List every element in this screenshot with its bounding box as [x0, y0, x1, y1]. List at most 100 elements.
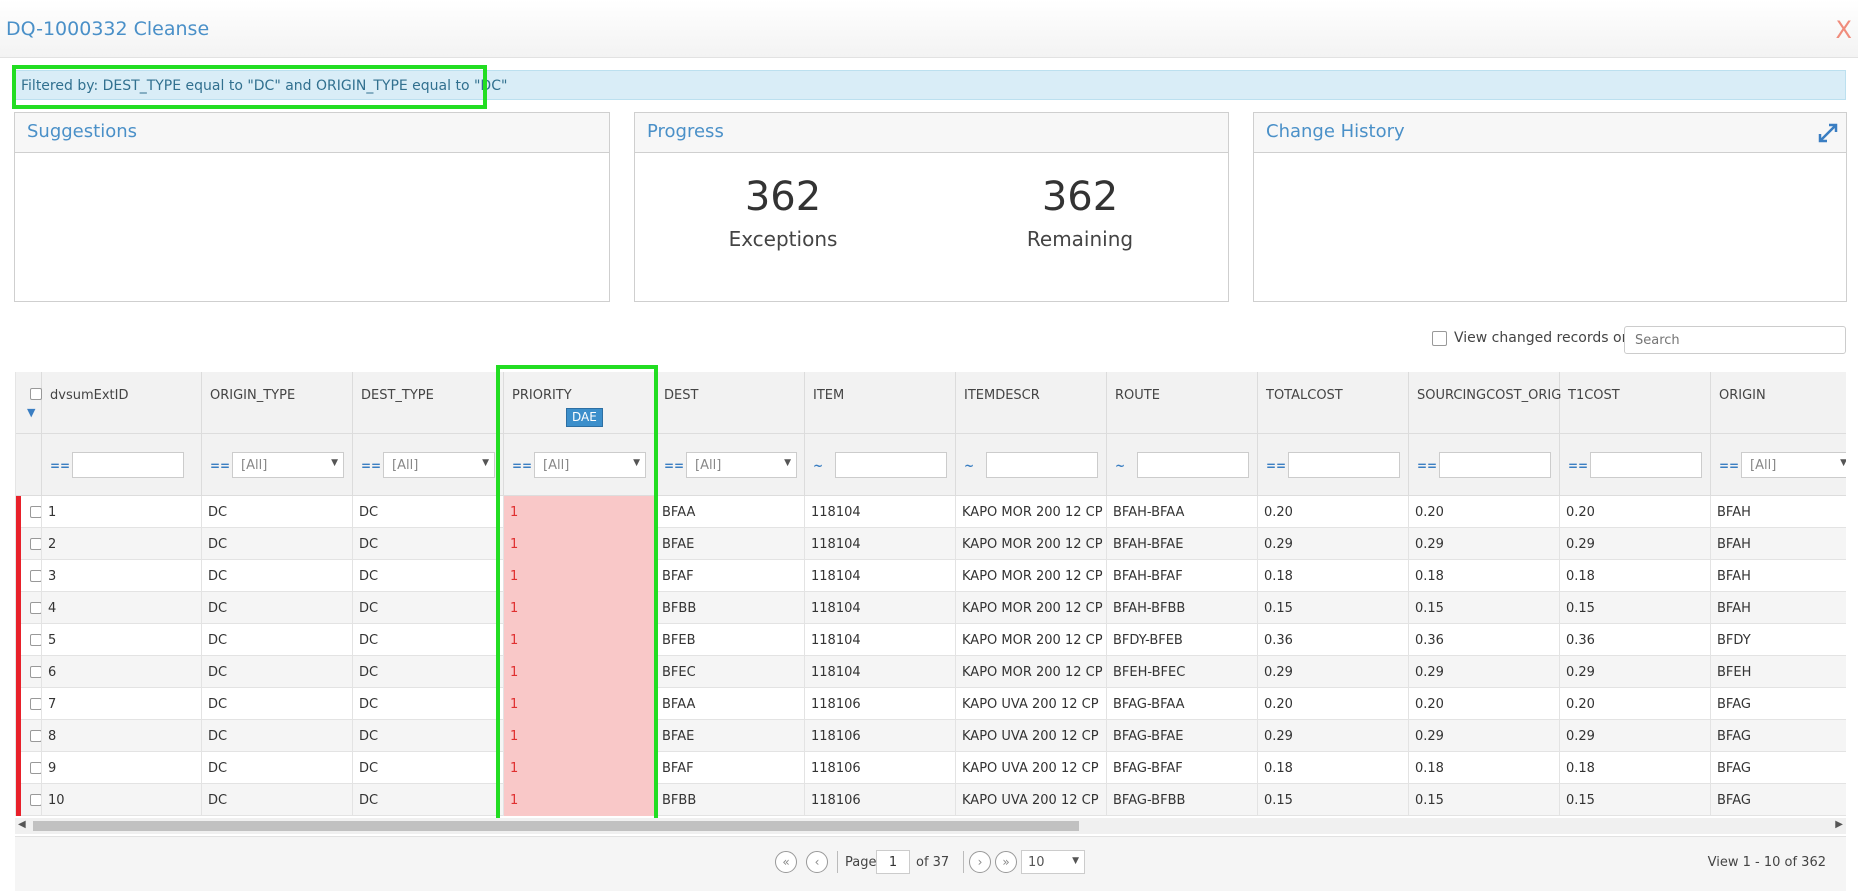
filter-operator-item[interactable]: ~ — [813, 459, 823, 473]
cell-origin-type: DC — [202, 784, 353, 816]
row-checkbox[interactable] — [30, 730, 41, 742]
column-header-sourcingcost-orig[interactable]: SOURCINGCOST_ORIG — [1409, 372, 1561, 434]
cell-origin: BFAG — [1711, 688, 1846, 720]
filter-input-sourcingcost-orig[interactable] — [1439, 452, 1551, 478]
cell-route: BFAH-BFAA — [1107, 496, 1258, 528]
row-checkbox[interactable] — [30, 602, 41, 614]
table-row[interactable]: 7 DC DC 1 BFAA 118106 KAPO UVA 200 12 CP BFAG-B… — [16, 688, 1846, 720]
row-checkbox[interactable] — [30, 698, 41, 710]
page-size-select[interactable]: 10 ▼ — [1021, 850, 1085, 874]
next-page-button[interactable]: › — [969, 851, 991, 873]
filter-input-totalcost[interactable] — [1288, 452, 1400, 478]
column-header-dest-type[interactable]: DEST_TYPE — [353, 372, 504, 434]
cell-origin: BFEH — [1711, 656, 1846, 688]
close-button[interactable]: X — [1836, 16, 1852, 44]
view-changed-checkbox[interactable] — [1432, 330, 1447, 346]
cell-dest: BFEB — [656, 624, 805, 656]
page-number-input[interactable]: 1 — [876, 850, 910, 874]
filter-operator-itemdescr[interactable]: ~ — [964, 459, 974, 473]
filter-operator-dvsumextid[interactable]: == — [50, 459, 70, 473]
filter-select-dest[interactable]: [All] ▼ — [686, 452, 797, 478]
filter-operator-route[interactable]: ~ — [1115, 459, 1125, 473]
row-checkbox[interactable] — [30, 570, 41, 582]
filter-input-dvsumextid[interactable] — [72, 452, 184, 478]
column-header-totalcost[interactable]: TOTALCOST — [1258, 372, 1409, 434]
scroll-thumb[interactable] — [33, 821, 1079, 831]
column-header-route[interactable]: ROUTE — [1107, 372, 1258, 434]
exception-indicator — [16, 496, 21, 528]
horizontal-scrollbar[interactable]: ◀ ▶ — [15, 818, 1846, 834]
row-checkbox[interactable] — [30, 538, 41, 550]
table-row[interactable]: 9 DC DC 1 BFAF 118106 KAPO UVA 200 12 CP BFAG-B… — [16, 752, 1846, 784]
column-header-dest[interactable]: DEST — [656, 372, 805, 434]
table-row[interactable]: 4 DC DC 1 BFBB 118104 KAPO MOR 200 12 CP BFAH-B… — [16, 592, 1846, 624]
column-header-label: DEST_TYPE — [361, 388, 434, 403]
column-header-origin-type[interactable]: ORIGIN_TYPE — [202, 372, 353, 434]
table-row[interactable]: 1 DC DC 1 BFAA 118104 KAPO MOR 200 12 CP BFAH-B… — [16, 496, 1846, 528]
column-header-item[interactable]: ITEM — [805, 372, 956, 434]
select-all-header: ▼ — [16, 372, 42, 434]
cell-dest: BFAE — [656, 720, 805, 752]
table-row[interactable]: 10 DC DC 1 BFBB 118106 KAPO UVA 200 12 CP BFAG-… — [16, 784, 1846, 816]
row-checkbox[interactable] — [30, 506, 41, 518]
cell-item: 118106 — [805, 688, 956, 720]
view-changed-label: View changed records only — [1454, 330, 1643, 346]
table-row[interactable]: 5 DC DC 1 BFEB 118104 KAPO MOR 200 12 CP BFDY-B… — [16, 624, 1846, 656]
dialog-title: DQ-1000332 Cleanse — [6, 18, 210, 40]
table-row[interactable]: 6 DC DC 1 BFEC 118104 KAPO MOR 200 12 CP BFEH-B… — [16, 656, 1846, 688]
filter-input-route[interactable] — [1137, 452, 1249, 478]
last-page-button[interactable]: » — [995, 851, 1017, 873]
column-header-itemdescr[interactable]: ITEMDESCR — [956, 372, 1107, 434]
column-header-origin[interactable]: ORIGIN — [1711, 372, 1846, 434]
cell-origin-type: DC — [202, 656, 353, 688]
filter-operator-dest-type[interactable]: == — [361, 459, 381, 473]
filter-input-itemdescr[interactable] — [986, 452, 1098, 478]
filter-operator-sourcingcost-orig[interactable]: == — [1417, 459, 1437, 473]
filter-input-t1cost[interactable] — [1590, 452, 1702, 478]
row-checkbox[interactable] — [30, 762, 41, 774]
cell-origin: BFAG — [1711, 752, 1846, 784]
select-all-checkbox[interactable] — [30, 388, 42, 400]
cell-t1cost: 0.29 — [1560, 528, 1711, 560]
table-row[interactable]: 8 DC DC 1 BFAE 118106 KAPO UVA 200 12 CP BFAG-B… — [16, 720, 1846, 752]
expand-icon[interactable] — [1818, 123, 1838, 143]
row-checkbox[interactable] — [30, 634, 41, 646]
filter-operator-origin[interactable]: == — [1719, 459, 1739, 473]
scroll-right-icon[interactable]: ▶ — [1835, 819, 1843, 830]
cell-sourcingcost-orig: 0.20 — [1409, 496, 1560, 528]
cell-route: BFAH-BFBB — [1107, 592, 1258, 624]
column-header-dvsumextid[interactable]: dvsumExtID — [42, 372, 202, 434]
table-row[interactable]: 2 DC DC 1 BFAE 118104 KAPO MOR 200 12 CP BFAH-B… — [16, 528, 1846, 560]
suggestions-title: Suggestions — [27, 121, 137, 142]
suggestions-panel: Suggestions — [14, 112, 610, 302]
filter-select-origin-type[interactable]: [All] ▼ — [232, 452, 344, 478]
row-select-cell — [16, 592, 42, 624]
view-changed-toggle[interactable]: View changed records only — [1432, 330, 1643, 346]
exception-indicator — [16, 592, 21, 624]
filter-operator-origin-type[interactable]: == — [210, 459, 230, 473]
cell-totalcost: 0.20 — [1258, 688, 1409, 720]
filter-operator-dest[interactable]: == — [664, 459, 684, 473]
filter-select-origin[interactable]: [All] ▼ — [1741, 452, 1846, 478]
filter-funnel-icon[interactable]: ▼ — [27, 406, 35, 419]
filter-select-dest-type[interactable]: [All] ▼ — [383, 452, 495, 478]
cell-itemdescr: KAPO MOR 200 12 CP — [956, 592, 1107, 624]
filter-cell-origin-type: == [All] ▼ — [202, 434, 353, 496]
row-checkbox[interactable] — [30, 794, 41, 806]
cell-sourcingcost-orig: 0.20 — [1409, 688, 1560, 720]
cell-dest: BFAF — [656, 752, 805, 784]
pager-separator — [837, 851, 838, 873]
filter-operator-totalcost[interactable]: == — [1266, 459, 1286, 473]
row-select-cell — [16, 528, 42, 560]
cell-itemdescr: KAPO MOR 200 12 CP — [956, 496, 1107, 528]
row-checkbox[interactable] — [30, 666, 41, 678]
filter-operator-t1cost[interactable]: == — [1568, 459, 1588, 473]
first-page-button[interactable]: « — [775, 851, 797, 873]
record-range-label: View 1 - 10 of 362 — [1707, 855, 1826, 870]
scroll-left-icon[interactable]: ◀ — [18, 819, 26, 830]
table-row[interactable]: 3 DC DC 1 BFAF 118104 KAPO MOR 200 12 CP BFAH-B… — [16, 560, 1846, 592]
filter-input-item[interactable] — [835, 452, 947, 478]
column-header-t1cost[interactable]: T1COST — [1560, 372, 1711, 434]
search-input[interactable] — [1624, 326, 1846, 354]
prev-page-button[interactable]: ‹ — [806, 851, 828, 873]
